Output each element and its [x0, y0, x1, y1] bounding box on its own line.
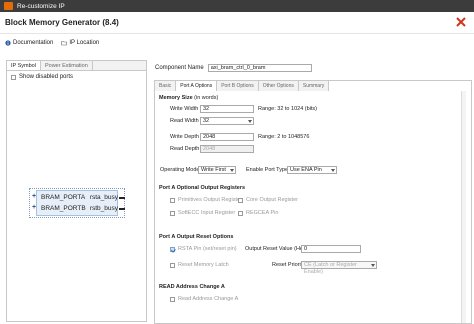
show-disabled-checkbox[interactable] [11, 74, 16, 80]
rsta-pin-option[interactable]: RSTA Pin (set/reset pin) [170, 246, 237, 252]
output-registers-title: Port A Optional Output Registers [159, 185, 246, 191]
port-row-a[interactable]: + BRAM_PORTA rsta_busy [30, 193, 126, 203]
config-tabs: Basic Port A Options Port B Options Othe… [155, 81, 330, 91]
port-pin-a [119, 197, 125, 199]
core-output-checkbox[interactable] [238, 197, 243, 203]
component-name-label: Component Name [155, 65, 204, 71]
softecc-input-checkbox[interactable] [170, 210, 175, 216]
reset-memory-latch-checkbox[interactable] [170, 262, 175, 268]
page-title: Block Memory Generator (8.4) [5, 18, 119, 27]
ip-symbol-block: + BRAM_PORTA rsta_busy + BRAM_PORTB rstb… [29, 188, 125, 218]
output-reset-value-input[interactable]: 0 [301, 245, 361, 253]
tab-port-b-options[interactable]: Port B Options [217, 81, 259, 91]
chevron-down-icon [371, 264, 375, 267]
folder-icon [61, 41, 68, 46]
enable-port-value: Use ENA Pin [290, 167, 322, 173]
operating-mode-value: Write First [201, 167, 226, 173]
softecc-input-register[interactable]: SoftECC Input Register [170, 210, 235, 216]
write-width-label: Write Width [170, 106, 199, 112]
primitives-output-checkbox[interactable] [170, 197, 175, 203]
reset-priority-value: CE (Latch or Register Enable) [304, 262, 357, 275]
ip-location-label: IP Location [69, 40, 100, 46]
read-width-select[interactable]: 32 [200, 117, 254, 125]
component-name-input[interactable]: axi_bram_ctrl_0_bram [207, 64, 312, 72]
port-busy-a: rsta_busy [89, 194, 118, 201]
write-depth-label: Write Depth [170, 134, 199, 140]
read-address-change-label: Read Address Change A [178, 296, 239, 302]
window-title: Re-customize IP [17, 2, 65, 10]
primitives-output-label: Primitives Output Register [178, 197, 242, 203]
operating-mode-label: Operating Mode [160, 167, 200, 173]
config-pane: Component Name axi_bram_ctrl_0_bram Basi… [152, 60, 472, 324]
chevron-down-icon [248, 120, 252, 123]
port-row-b[interactable]: + BRAM_PORTB rstb_busy [30, 204, 126, 214]
show-disabled-ports[interactable]: Show disabled ports [11, 74, 73, 80]
memory-size-title: Memory Size [159, 95, 193, 101]
rsta-pin-checkbox[interactable] [170, 246, 175, 252]
reset-priority-select[interactable]: CE (Latch or Register Enable) [301, 261, 377, 275]
enable-port-select[interactable]: Use ENA Pin [287, 166, 337, 174]
output-reset-title: Port A Output Reset Options [159, 234, 234, 240]
regcea-pin-checkbox[interactable] [238, 210, 243, 216]
chevron-down-icon [230, 169, 234, 172]
tab-basic[interactable]: Basic [155, 81, 177, 91]
tab-power-estimation[interactable]: Power Estimation [41, 61, 93, 70]
documentation-label: Documentation [13, 40, 54, 46]
config-tabs-panel: Basic Port A Options Port B Options Othe… [154, 80, 472, 324]
read-address-change-option[interactable]: Read Address Change A [170, 296, 238, 302]
expand-port-a-icon[interactable]: + [32, 193, 36, 200]
port-name-b: BRAM_PORTB [41, 205, 86, 212]
expand-port-b-icon[interactable]: + [32, 204, 36, 211]
read-depth-label: Read Depth [170, 146, 200, 152]
softecc-input-label: SoftECC Input Register [178, 210, 236, 216]
read-address-change-checkbox[interactable] [170, 296, 175, 302]
reset-memory-latch-label: Reset Memory Latch [178, 262, 229, 268]
reset-memory-latch-option[interactable]: Reset Memory Latch [170, 262, 229, 268]
left-tabs: IP Symbol Power Estimation [7, 61, 146, 71]
component-name-row: Component Name axi_bram_ctrl_0_bram [155, 64, 312, 72]
dialog-header: Block Memory Generator (8.4) [0, 12, 474, 34]
read-width-label: Read Width [170, 118, 199, 124]
vertical-scrollbar[interactable] [461, 91, 466, 323]
tab-other-options[interactable]: Other Options [259, 81, 299, 91]
write-width-input[interactable]: 32 [200, 105, 254, 113]
primitives-output-register[interactable]: Primitives Output Register [170, 197, 242, 203]
port-busy-b: rstb_busy [89, 205, 118, 212]
tab-summary[interactable]: Summary [299, 81, 330, 91]
tab-port-a-options[interactable]: Port A Options [176, 81, 218, 91]
port-pin-b [119, 208, 125, 210]
window-titlebar: Re-customize IP [0, 0, 474, 12]
memory-size-note: (in words) [194, 95, 219, 101]
regcea-pin-label: REGCEA Pin [246, 210, 279, 216]
toolbar: Documentation IP Location [0, 36, 474, 50]
output-reset-value-label: Output Reset Value (Hex) [245, 246, 308, 252]
port-name-a: BRAM_PORTA [41, 194, 86, 201]
memory-size-section-title: Memory Size (in words) [159, 95, 218, 101]
write-depth-range: Range: 2 to 1048576 [258, 134, 310, 140]
chevron-down-icon [331, 169, 335, 172]
ip-location-button[interactable]: IP Location [61, 40, 99, 46]
enable-port-label: Enable Port Type [246, 167, 289, 173]
app-logo-icon [4, 2, 13, 10]
write-width-range: Range: 32 to 1024 (bits) [258, 106, 318, 112]
read-depth-input: 2048 [200, 145, 254, 153]
core-output-label: Core Output Register [246, 197, 298, 203]
show-disabled-label: Show disabled ports [19, 74, 74, 80]
xilinx-logo-icon [456, 17, 466, 27]
write-depth-input[interactable]: 2048 [200, 133, 254, 141]
ip-symbol-pane: IP Symbol Power Estimation Show disabled… [6, 60, 147, 322]
tab-ip-symbol[interactable]: IP Symbol [7, 61, 41, 70]
read-width-value: 32 [203, 118, 210, 124]
read-address-title: READ Address Change A [159, 284, 225, 290]
core-output-register[interactable]: Core Output Register [238, 197, 298, 203]
regcea-pin[interactable]: REGCEA Pin [238, 210, 278, 216]
documentation-button[interactable]: Documentation [5, 40, 53, 46]
documentation-icon [5, 40, 11, 46]
operating-mode-select[interactable]: Write First [198, 166, 236, 174]
rsta-pin-label: RSTA Pin (set/reset pin) [178, 246, 237, 252]
